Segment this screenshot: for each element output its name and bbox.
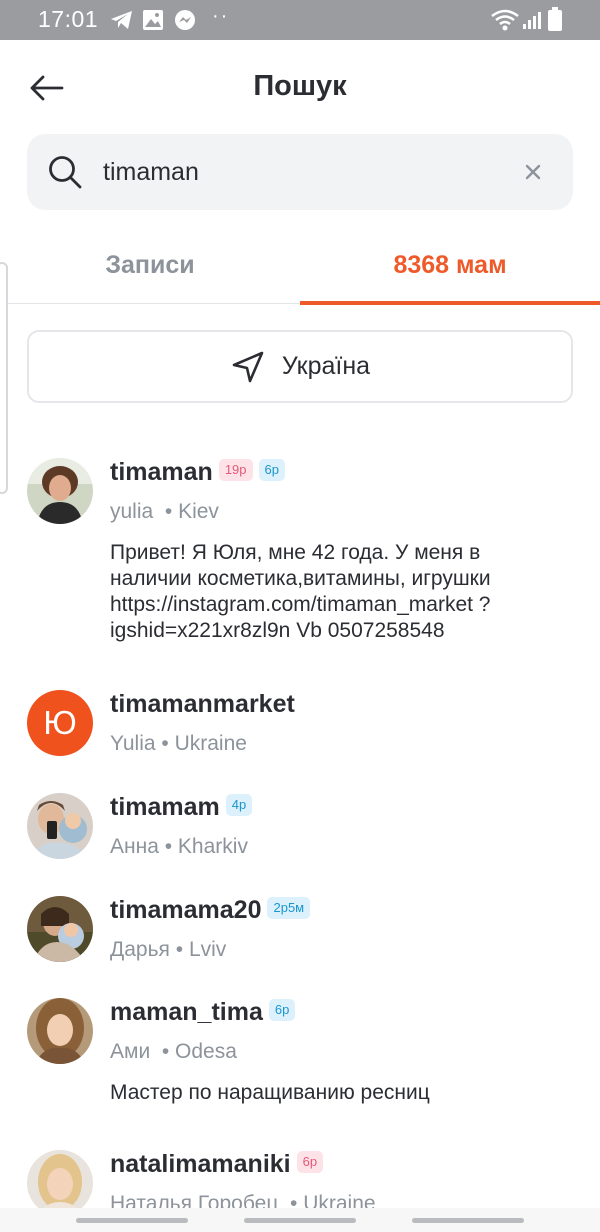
- avatar: [27, 458, 93, 524]
- messenger-icon: [175, 10, 195, 30]
- user-meta: Дарья • Lviv: [110, 938, 227, 961]
- user-row-natalimamaniki[interactable]: natalimamaniki 6р Наталья Горобец • Ukrai…: [0, 1150, 600, 1208]
- username: natalimamaniki 6р: [110, 1150, 324, 1179]
- wifi-icon: [491, 9, 519, 31]
- search-input[interactable]: [103, 152, 503, 192]
- age-badge: 6р: [268, 999, 296, 1022]
- avatar: [27, 1150, 93, 1208]
- close-icon: [525, 164, 541, 180]
- user-meta: Наталья Горобец • Ukraine: [110, 1192, 376, 1208]
- user-bio: Мастер по наращиванию ресниц: [110, 1081, 430, 1104]
- user-row-timamanmarket[interactable]: Ю timamanmarket Yulia • Ukraine: [0, 690, 600, 760]
- avatar: Ю: [27, 690, 93, 756]
- user-row-timamam[interactable]: timamam 4р Анна • Kharkiv: [0, 793, 600, 863]
- username: timamanmarket: [110, 690, 295, 718]
- user-row-maman-tima[interactable]: maman_tima 6р Ами • Odesa Мастер по наращ…: [0, 998, 600, 1108]
- tab-posts[interactable]: Записи: [0, 232, 300, 304]
- active-tab-indicator: [300, 301, 600, 305]
- age-badge: 2р5м: [267, 897, 311, 920]
- username: timamama20 2р5м: [110, 896, 311, 925]
- telegram-icon: [111, 11, 132, 29]
- avatar: [27, 793, 93, 859]
- system-navigation-bar: [0, 1208, 600, 1232]
- username: timaman 19р 6р: [110, 458, 285, 487]
- age-badge: 6р: [296, 1151, 324, 1174]
- navigation-arrow-icon: [232, 351, 264, 382]
- gallery-icon: [143, 10, 163, 30]
- back-nav-button[interactable]: [412, 1218, 524, 1223]
- age-badge: 6р: [258, 459, 285, 482]
- location-filter-button[interactable]: Україна: [27, 330, 573, 403]
- page-title: Пошук: [253, 70, 347, 102]
- user-meta: Yulia • Ukraine: [110, 732, 247, 755]
- status-time: 17:01: [38, 6, 99, 32]
- home-button[interactable]: [244, 1218, 356, 1223]
- user-row-timaman[interactable]: timaman 19р 6р yulia • Kiev Привет! Я Юля,…: [0, 458, 600, 654]
- user-bio: Привет! Я Юля, мне 42 года. У меня в нал…: [110, 541, 491, 642]
- search-box[interactable]: [27, 134, 573, 210]
- user-meta: yulia • Kiev: [110, 500, 219, 523]
- username: maman_tima 6р: [110, 998, 296, 1027]
- avatar: [27, 896, 93, 962]
- search-icon: [49, 156, 82, 189]
- clear-search-button[interactable]: [519, 158, 547, 186]
- age-badge: 19р: [218, 459, 253, 482]
- age-badge: 4р: [225, 794, 253, 817]
- location-label: Україна: [281, 352, 371, 380]
- user-meta: Анна • Kharkiv: [110, 835, 248, 858]
- status-bar: 17:01 ··: [0, 0, 600, 40]
- more-notifications-icon: ··: [212, 5, 230, 27]
- results-tabs: Записи 8368 мам: [0, 232, 600, 305]
- signal-icon: [523, 12, 541, 29]
- user-row-timamama20[interactable]: timamama20 2р5м Дарья • Lviv: [0, 896, 600, 966]
- battery-icon: [548, 7, 562, 31]
- avatar: [27, 998, 93, 1064]
- tab-moms[interactable]: 8368 мам: [300, 232, 600, 304]
- user-meta: Ами • Odesa: [110, 1040, 237, 1063]
- username: timamam 4р: [110, 793, 253, 822]
- recents-button[interactable]: [76, 1218, 188, 1223]
